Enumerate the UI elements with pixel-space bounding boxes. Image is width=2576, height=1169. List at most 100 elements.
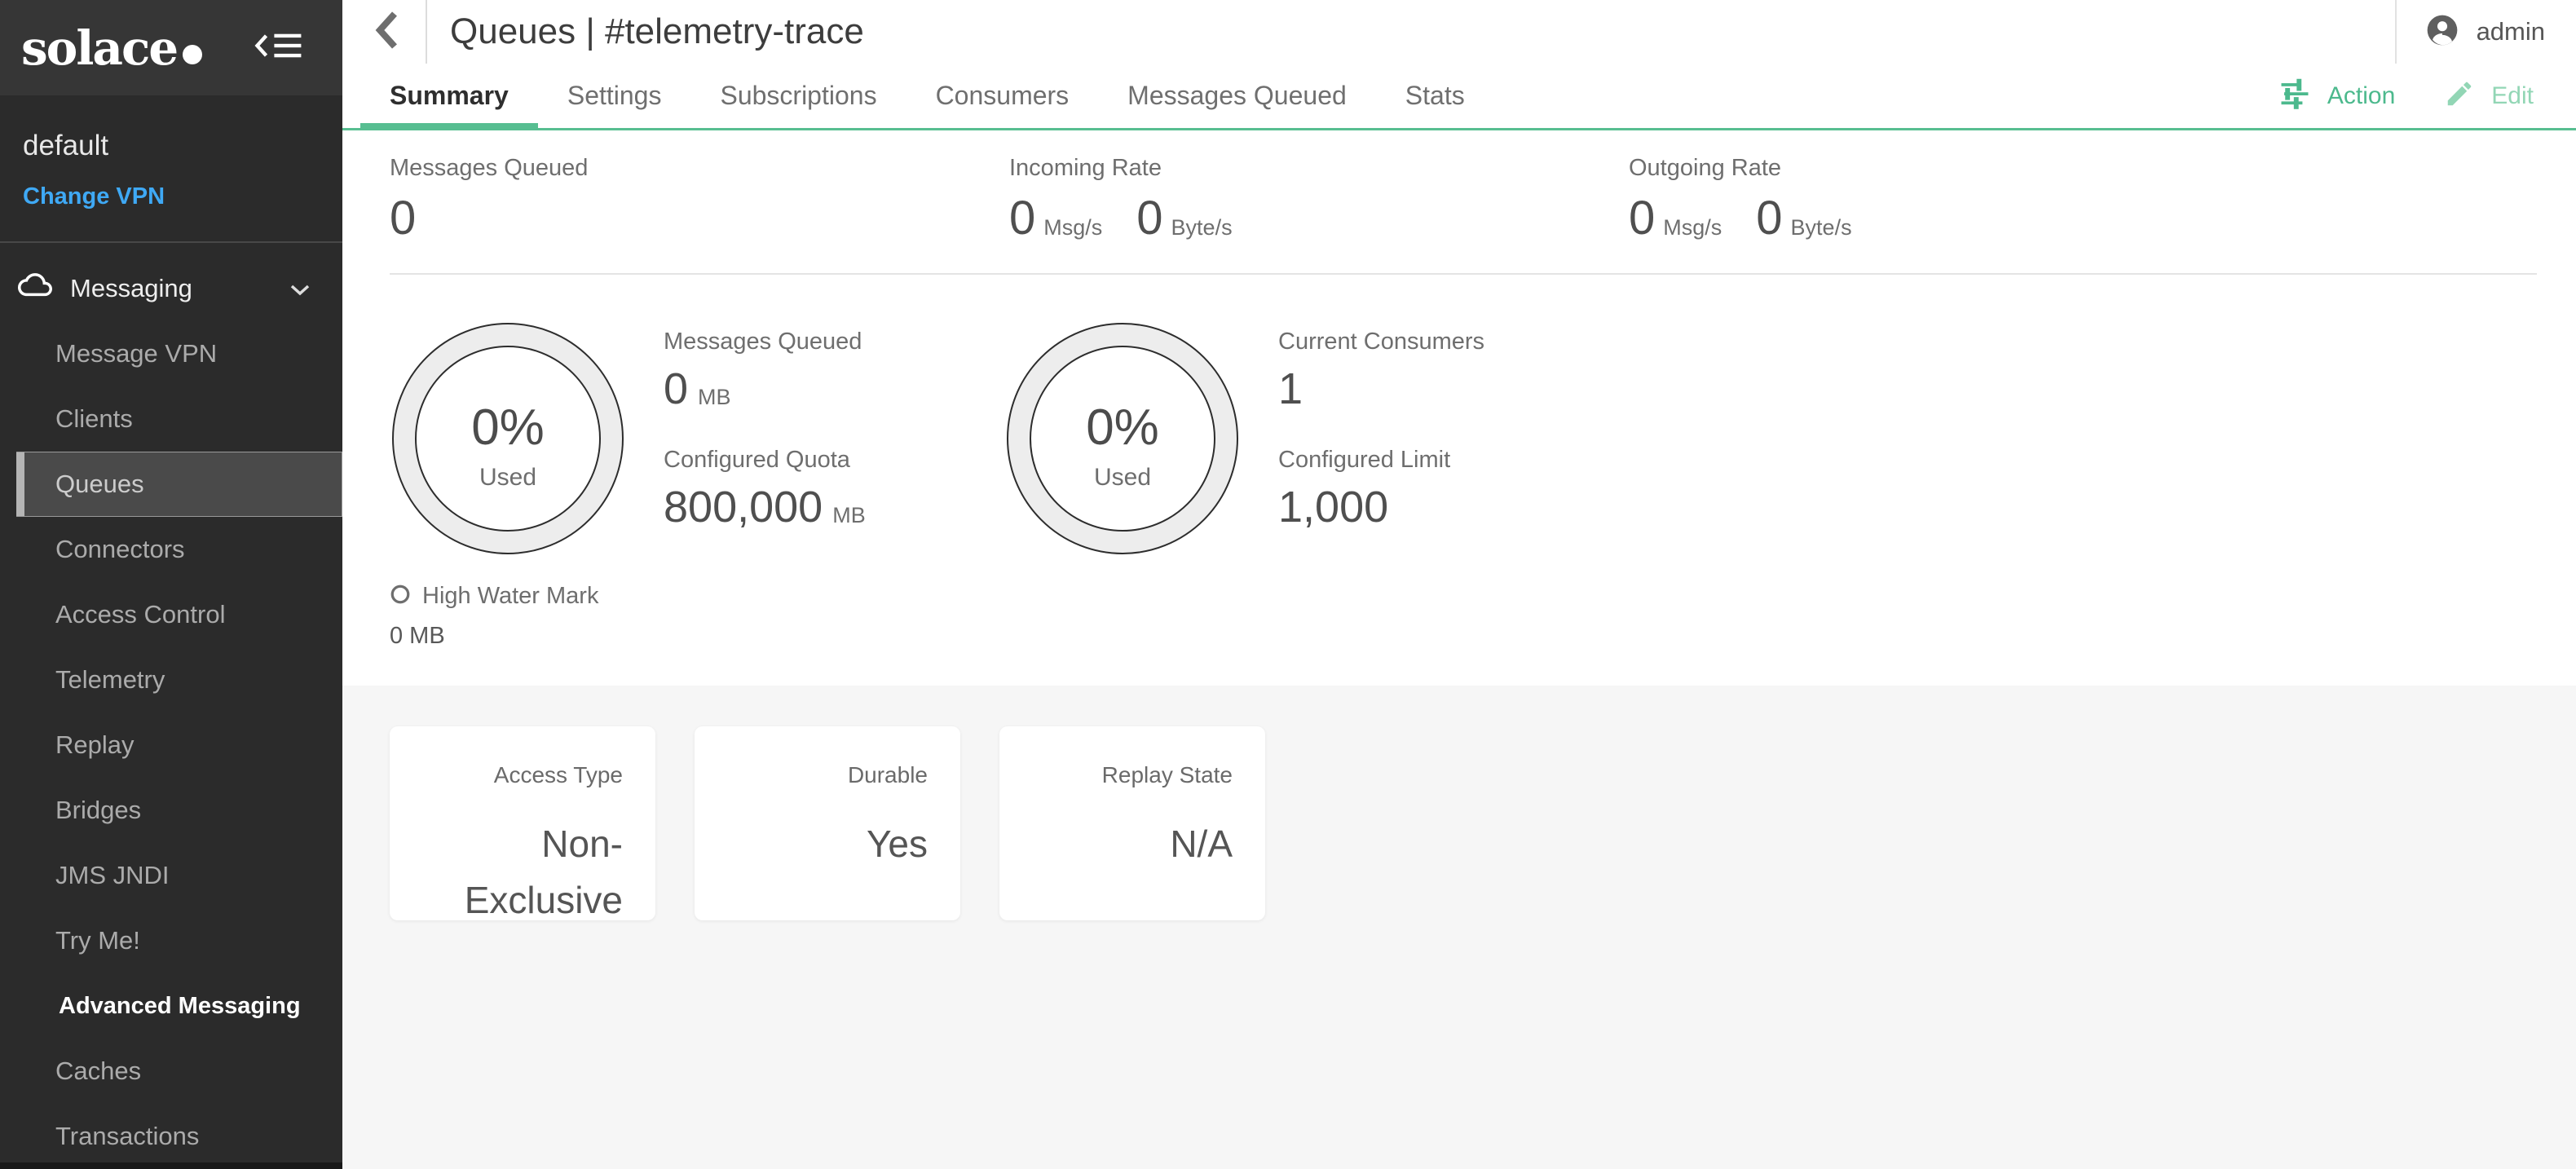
collapse-menu-icon — [253, 28, 307, 68]
stat-messages-queued: Messages Queued 0 — [390, 155, 1009, 242]
solace-logo-dot-icon — [183, 45, 202, 64]
stat-outgoing-rate: Outgoing Rate 0 Msg/s 0 Byte/s — [1629, 155, 2248, 242]
high-water-mark-value: 0 MB — [390, 623, 2576, 650]
sidebar-item-label: Try Me! — [55, 926, 140, 955]
action-button-label: Action — [2327, 82, 2395, 110]
consumers-donut-chart: 0% Used — [1004, 320, 1241, 557]
access-type-card: Access Type Non-Exclusive — [390, 726, 655, 920]
metric-label: Current Consumers — [1278, 329, 1484, 355]
sidebar-divider — [0, 241, 342, 243]
sidebar-item-label: Bridges — [55, 796, 141, 825]
outgoing-msg-rate: 0 Msg/s — [1629, 195, 1722, 242]
sidebar-item-label: Clients — [55, 404, 133, 434]
sidebar-item-label: Access Control — [55, 600, 225, 629]
account-circle-icon — [2424, 12, 2460, 52]
sidebar-item-queues[interactable]: Queues — [16, 452, 342, 517]
pencil-edit-icon — [2444, 78, 2475, 113]
chevron-down-icon — [289, 274, 311, 303]
app-screen: solace default Change VPN — [0, 0, 2576, 1169]
sidebar-item-label: Replay — [55, 730, 135, 760]
sidebar-item-bridges[interactable]: Bridges — [0, 778, 342, 843]
sidebar-item-caches[interactable]: Caches — [0, 1039, 342, 1104]
metric-label: Messages Queued — [664, 329, 866, 355]
durable-card: Durable Yes — [695, 726, 960, 920]
sidebar-item-label: Message VPN — [55, 339, 217, 368]
sidebar-item-label: Queues — [55, 470, 144, 499]
metric-value: 1 — [1278, 367, 1303, 411]
tune-sliders-icon — [2278, 77, 2311, 114]
gauge-percent: 0% — [1086, 399, 1159, 456]
sidebar-item-transactions[interactable]: Transactions — [0, 1104, 342, 1169]
stat-value: 0 — [1629, 195, 1655, 242]
edit-button-label: Edit — [2491, 82, 2534, 110]
sidebar-item-telemetry[interactable]: Telemetry — [0, 647, 342, 712]
tab-stats[interactable]: Stats — [1376, 64, 1494, 128]
collapse-sidebar-button[interactable] — [253, 28, 307, 68]
solace-logo-text: solace — [21, 24, 177, 72]
outgoing-byte-rate: 0 Byte/s — [1756, 195, 1851, 242]
stat-unit: Msg/s — [1043, 215, 1102, 240]
summary-content: Messages Queued 0 Incoming Rate 0 Msg/s … — [342, 130, 2576, 1169]
tab-label: Summary — [390, 81, 509, 111]
sidebar-item-access-control[interactable]: Access Control — [0, 582, 342, 647]
edit-button[interactable]: Edit — [2444, 78, 2534, 113]
topbar-right: admin — [2395, 0, 2576, 64]
spool-donut-chart: 0% Used — [390, 320, 626, 557]
gauges-row: 0% Used Messages Queued 0 MB Configured … — [342, 275, 2576, 557]
sidebar-logo-area: solace — [0, 0, 342, 95]
tab-label: Subscriptions — [720, 81, 876, 111]
tab-summary[interactable]: Summary — [360, 64, 538, 128]
sidebar-item-try-me[interactable]: Try Me! — [0, 908, 342, 973]
sidebar-item-label: Telemetry — [55, 665, 165, 695]
sidebar-item-replay[interactable]: Replay — [0, 712, 342, 778]
user-avatar[interactable] — [2424, 12, 2460, 52]
overview-stats-row: Messages Queued 0 Incoming Rate 0 Msg/s … — [342, 130, 2576, 242]
sidebar-item-label: Messaging — [70, 274, 192, 303]
stat-label: Outgoing Rate — [1629, 155, 2248, 182]
tab-label: Messages Queued — [1127, 81, 1347, 111]
sidebar-item-label: Connectors — [55, 535, 185, 564]
high-water-mark-legend: High Water Mark — [390, 583, 2576, 610]
card-value: Yes — [719, 816, 928, 872]
action-button[interactable]: Action — [2278, 77, 2395, 114]
current-vpn-name: default — [23, 130, 320, 162]
tab-subscriptions[interactable]: Subscriptions — [690, 64, 906, 128]
tab-label: Settings — [567, 81, 662, 111]
sidebar-item-message-vpn[interactable]: Message VPN — [0, 321, 342, 386]
card-value: N/A — [1024, 816, 1233, 872]
change-vpn-link[interactable]: Change VPN — [23, 183, 320, 210]
sidebar-item-messaging-left: Messaging — [18, 272, 192, 305]
tab-consumers[interactable]: Consumers — [906, 64, 1099, 128]
sidebar-nav: Messaging Message VPN Clients Queues Con… — [0, 256, 342, 1169]
metric-label: Configured Quota — [664, 447, 866, 474]
sidebar-item-connectors[interactable]: Connectors — [0, 517, 342, 582]
sidebar: solace default Change VPN — [0, 0, 342, 1169]
sidebar-item-label: Caches — [55, 1057, 141, 1086]
sidebar-item-messaging[interactable]: Messaging — [0, 256, 342, 321]
consumers-gauge-metrics: Current Consumers 1 Configured Limit 1,0… — [1278, 320, 1484, 557]
stat-unit: Byte/s — [1171, 215, 1233, 240]
user-divider — [2395, 0, 2397, 64]
metric-value: 800,000 — [664, 485, 823, 529]
sidebar-item-label: JMS JNDI — [55, 861, 170, 890]
sidebar-section-advanced-messaging: Advanced Messaging — [0, 973, 342, 1039]
card-value: Non-Exclusive — [414, 816, 623, 929]
back-button[interactable] — [370, 7, 403, 57]
tab-settings[interactable]: Settings — [538, 64, 691, 128]
spool-gauge-metrics: Messages Queued 0 MB Configured Quota 80… — [664, 320, 866, 557]
sidebar-item-clients[interactable]: Clients — [0, 386, 342, 452]
sidebar-section-label: Advanced Messaging — [59, 993, 301, 1020]
incoming-msg-rate: 0 Msg/s — [1009, 195, 1102, 242]
chevron-left-icon — [370, 7, 403, 57]
circle-outline-icon — [390, 584, 411, 609]
sidebar-item-jms-jndi[interactable]: JMS JNDI — [0, 843, 342, 908]
metric-value: 0 — [664, 367, 688, 411]
stat-value: 0 — [1756, 195, 1782, 242]
vpn-section: default Change VPN — [0, 95, 342, 210]
attributes-panel: Access Type Non-Exclusive Durable Yes Re… — [342, 686, 2576, 1169]
stat-value: 0 — [390, 195, 416, 242]
tab-label: Consumers — [936, 81, 1070, 111]
username[interactable]: admin — [2477, 17, 2545, 46]
tab-messages-queued[interactable]: Messages Queued — [1098, 64, 1376, 128]
tabrow-actions: Action Edit — [2278, 64, 2576, 128]
